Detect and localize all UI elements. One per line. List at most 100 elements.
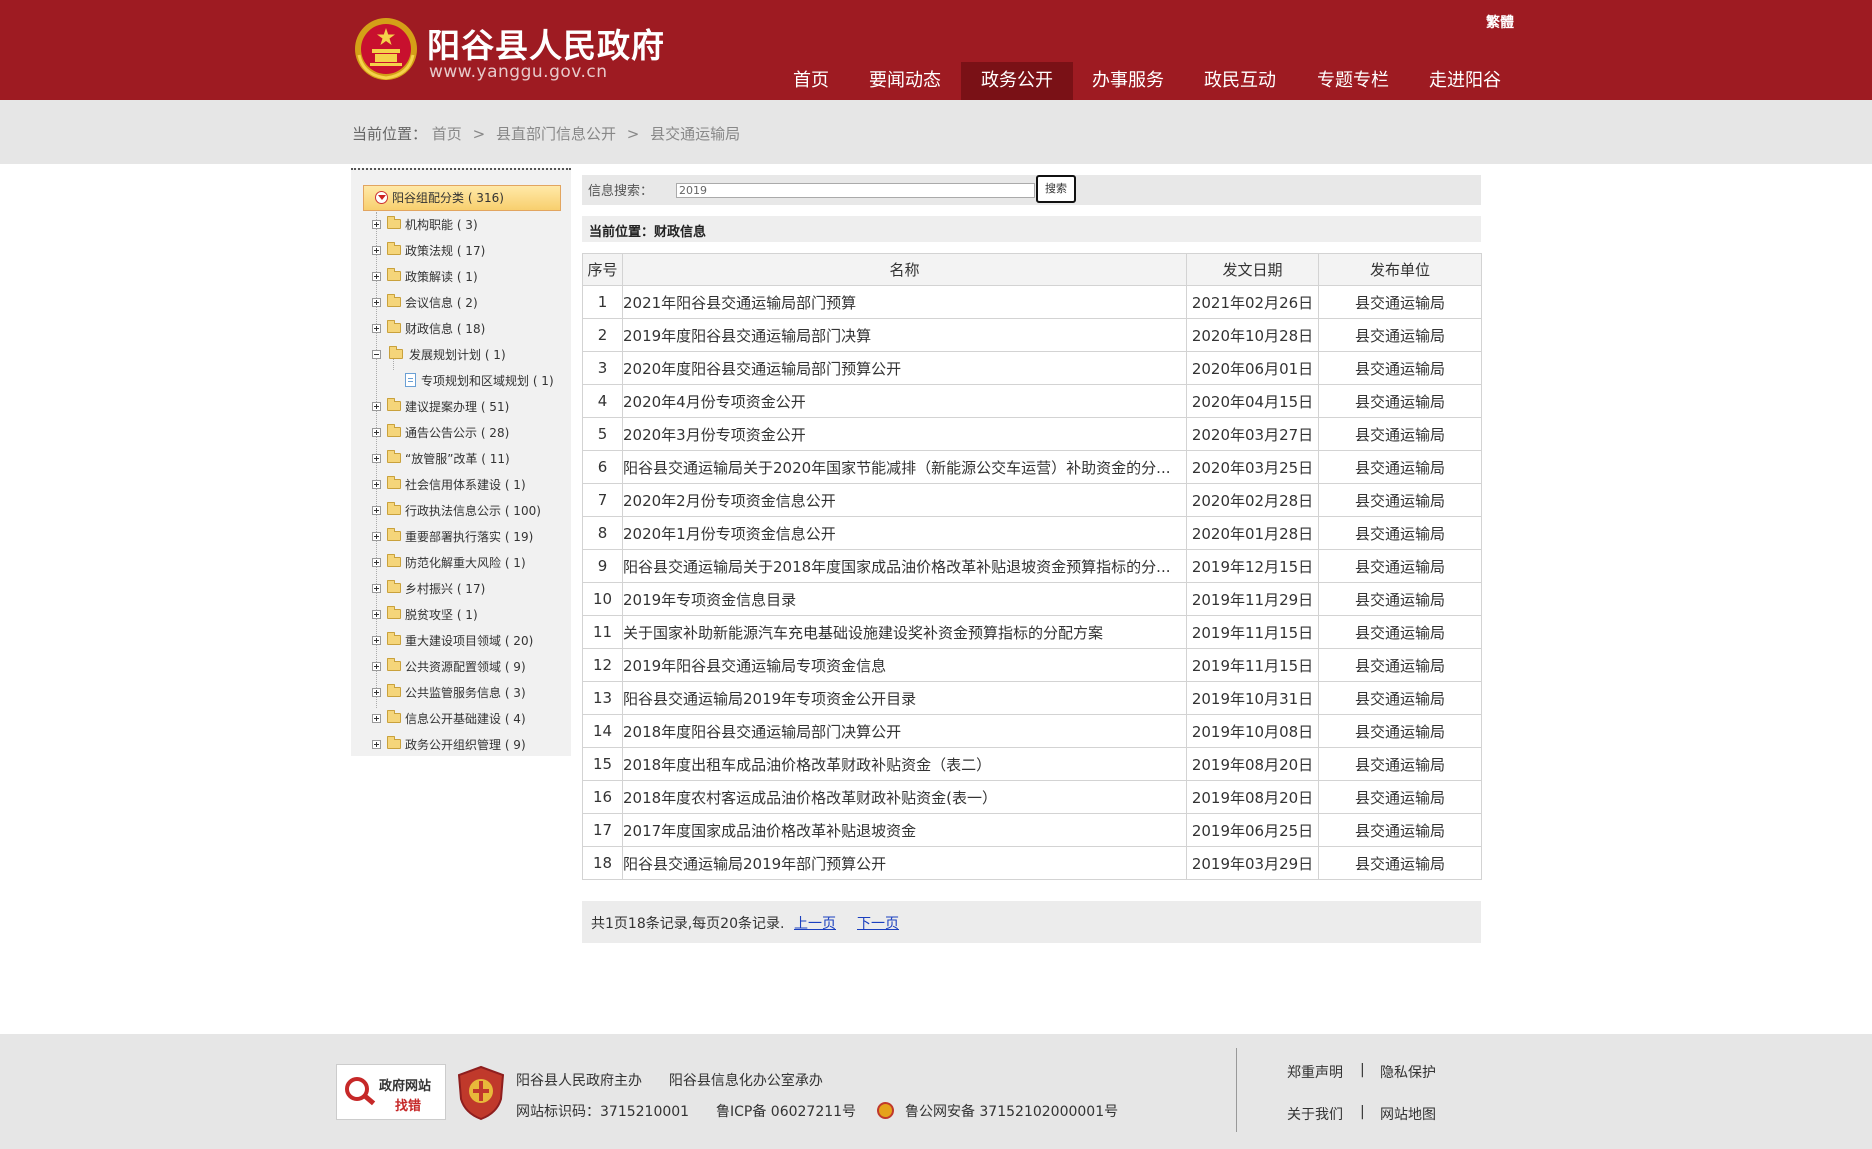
tree-node-label: 专项规划和区域规划 ( 1) [421,374,554,388]
report-badge-line1: 政府网站 [379,1079,432,1094]
document-title-link[interactable]: 2019年阳谷县交通运输局专项资金信息 [622,648,1187,682]
row-number: 13 [582,681,623,715]
document-title-link[interactable]: 2020年1月份专项资金信息公开 [622,516,1187,550]
publishing-unit: 县交通运输局 [1318,351,1482,385]
breadcrumb-home[interactable]: 首页 [432,123,462,144]
table-row: 14 2018年度阳谷县交通运输局部门决算公开 2019年10月08日 县交通运输局 [582,714,1482,748]
tree-node-label: 政务公开组织管理 ( 9) [405,738,526,752]
nav-government-affairs[interactable]: 政务公开 [961,62,1073,100]
next-page-link[interactable]: 下一页 [857,913,899,933]
footer-police-record[interactable]: 鲁公网安备 37152102000001号 [905,1104,1118,1120]
document-title-link[interactable]: 2019年度阳谷县交通运输局部门决算 [622,318,1187,352]
folder-icon [387,398,401,411]
nav-interaction[interactable]: 政民互动 [1193,62,1287,100]
footer-link-privacy[interactable]: 隐私保护 [1380,1062,1436,1082]
table-row: 16 2018年度农村客运成品油价格改革财政补贴资金(表一） 2019年08月20日… [582,780,1482,814]
document-title-link[interactable]: 2019年专项资金信息目录 [622,582,1187,616]
expand-icon[interactable] [372,584,381,593]
expand-icon[interactable] [372,480,381,489]
expand-icon[interactable] [372,272,381,281]
search-button[interactable]: 搜索 [1036,175,1076,203]
publish-date: 2019年08月20日 [1186,747,1319,781]
prev-page-link[interactable]: 上一页 [794,913,836,933]
nav-home[interactable]: 首页 [780,62,842,100]
folder-icon [387,606,401,619]
expand-icon[interactable] [372,506,381,515]
category-tree: 阳谷组配分类 ( 316) 机构职能 ( 3) 政策法规 ( 17) 政策解读 ( … [351,168,571,756]
footer-divider [1236,1048,1237,1132]
document-title-link[interactable]: 2018年度农村客运成品油价格改革财政补贴资金(表一） [622,780,1187,814]
document-title-link[interactable]: 2020年3月份专项资金公开 [622,417,1187,451]
publish-date: 2020年10月28日 [1186,318,1319,352]
document-title-link[interactable]: 阳谷县交通运输局2019年部门预算公开 [622,846,1187,880]
publish-date: 2019年10月08日 [1186,714,1319,748]
footer-link-about[interactable]: 关于我们 [1287,1104,1343,1124]
table-row: 5 2020年3月份专项资金公开 2020年03月27日 县交通运输局 [582,417,1482,451]
expand-icon[interactable] [372,298,381,307]
nav-services[interactable]: 办事服务 [1081,62,1175,100]
tree-node-label: 公共监管服务信息 ( 3) [405,686,526,700]
row-number: 18 [582,846,623,880]
nav-special-topics[interactable]: 专题专栏 [1306,62,1400,100]
publishing-unit: 县交通运输局 [1318,681,1482,715]
document-title-link[interactable]: 2020年2月份专项资金信息公开 [622,483,1187,517]
document-title-link[interactable]: 阳谷县交通运输局关于2020年国家节能减排（新能源公交车运营）补助资金的分... [622,450,1187,484]
document-title-link[interactable]: 关于国家补助新能源汽车充电基础设施建设奖补资金预算指标的分配方案 [622,615,1187,649]
footer-registration-line: 网站标识码：3715210001 鲁ICP备 06027211号 鲁公网安备 3… [516,1101,1118,1121]
expand-icon[interactable] [372,610,381,619]
footer-link-statement[interactable]: 郑重声明 [1287,1062,1343,1082]
report-error-badge[interactable]: 政府网站 找错 [336,1064,446,1120]
expand-icon[interactable] [372,714,381,723]
expand-icon[interactable] [372,662,381,671]
expand-icon[interactable] [372,558,381,567]
expand-icon[interactable] [372,532,381,541]
breadcrumb-transport-bureau[interactable]: 县交通运输局 [650,123,740,144]
site-title[interactable]: 阳谷县人民政府 [427,19,665,67]
table-row: 7 2020年2月份专项资金信息公开 2020年02月28日 县交通运输局 [582,483,1482,517]
tree-node-label: “放管服”改革 ( 11) [405,452,510,466]
expand-icon[interactable] [372,402,381,411]
document-title-link[interactable]: 2018年度出租车成品油价格改革财政补贴资金（表二） [622,747,1187,781]
tree-root[interactable]: 阳谷组配分类 ( 316) [363,185,561,211]
table-row: 8 2020年1月份专项资金信息公开 2020年01月28日 县交通运输局 [582,516,1482,550]
expand-icon[interactable] [372,740,381,749]
expand-icon[interactable] [372,688,381,697]
search-label: 信息搜索： [588,184,654,199]
breadcrumb-departments[interactable]: 县直部门信息公开 [496,123,616,144]
tree-node-label: 会议信息 ( 2) [405,296,478,310]
document-title-link[interactable]: 2020年度阳谷县交通运输局部门预算公开 [622,351,1187,385]
row-number: 12 [582,648,623,682]
document-title-link[interactable]: 阳谷县交通运输局关于2018年度国家成品油价格改革补贴退坡资金预算指标的分... [622,549,1187,583]
search-input[interactable] [676,183,1035,198]
expand-icon[interactable] [372,636,381,645]
footer-link-sitemap[interactable]: 网站地图 [1380,1104,1436,1124]
party-government-badge-icon[interactable] [457,1065,505,1121]
table-row: 12 2019年阳谷县交通运输局专项资金信息 2019年11月15日 县交通运输局 [582,648,1482,682]
footer-icp[interactable]: 鲁ICP备 06027211号 [716,1104,856,1120]
document-title-link[interactable]: 2018年度阳谷县交通运输局部门决算公开 [622,714,1187,748]
document-icon [405,373,416,387]
document-title-link[interactable]: 2017年度国家成品油价格改革补贴退坡资金 [622,813,1187,847]
document-title-link[interactable]: 2021年阳谷县交通运输局部门预算 [622,285,1187,319]
expand-icon[interactable] [372,454,381,463]
expand-icon[interactable] [372,428,381,437]
folder-open-icon [389,346,403,359]
document-title-link[interactable]: 阳谷县交通运输局2019年专项资金公开目录 [622,681,1187,715]
footer-site-id: 网站标识码：3715210001 [516,1104,690,1120]
table-row: 6 阳谷县交通运输局关于2020年国家节能减排（新能源公交车运营）补助资金的分..… [582,450,1482,484]
publish-date: 2020年03月27日 [1186,417,1319,451]
row-number: 6 [582,450,623,484]
expand-icon[interactable] [372,324,381,333]
table-row: 15 2018年度出租车成品油价格改革财政补贴资金（表二） 2019年08月20日县… [582,747,1482,781]
expand-icon[interactable] [372,246,381,255]
traditional-chinese-toggle[interactable]: 繁體 [1486,12,1514,32]
row-number: 2 [582,318,623,352]
publish-date: 2019年12月15日 [1186,549,1319,583]
collapse-icon[interactable] [372,350,381,359]
nav-about-yanggu[interactable]: 走进阳谷 [1418,62,1512,100]
nav-news[interactable]: 要闻动态 [858,62,952,100]
footer-link-separator: | [1360,1062,1365,1078]
document-title-link[interactable]: 2020年4月份专项资金公开 [622,384,1187,418]
table-row: 1 2021年阳谷县交通运输局部门预算 2021年02月26日 县交通运输局 [582,285,1482,319]
expand-icon[interactable] [372,220,381,229]
